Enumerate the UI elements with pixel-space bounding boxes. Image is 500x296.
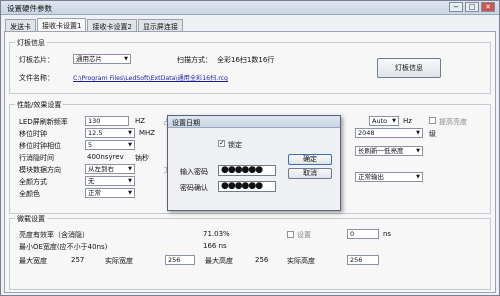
file-name-label: 文件名称： (19, 74, 54, 82)
min-oe-label: 最小OE宽度(应不小于40ns) (19, 243, 108, 251)
lamp-info-button[interactable]: 灯板信息 (377, 58, 441, 78)
full-mode-select[interactable]: 无 ▼ (85, 176, 135, 186)
blanking-time-label: 行消隐时间 (19, 154, 54, 162)
file-path-link[interactable]: C:\Program Files\LedSoft\ExtData\通用全彩16扫… (73, 73, 228, 82)
micro-settings-legend: 微载设置 (15, 214, 47, 224)
auto-select-value: Auto (372, 117, 388, 125)
blanking-time-value: 400nsyrev (87, 153, 124, 161)
window-title: 设置硬件参数 (7, 4, 52, 13)
module-direction-select[interactable]: 从左到右 ▼ (85, 164, 135, 174)
clock-phase-label: 移位时钟相位 (19, 142, 61, 150)
chevron-down-icon: ▼ (128, 142, 132, 148)
chevron-down-icon: ▼ (128, 166, 132, 172)
real-height-label: 实际高度 (287, 257, 315, 265)
efficiency-label: 亮度有效率（含消隐） (19, 231, 89, 239)
full-color-value: 正常 (88, 189, 101, 197)
full-mode-label: 全颜方式 (19, 178, 47, 186)
gray-level-select[interactable]: 2048 ▼ (355, 128, 423, 138)
shift-clock-select[interactable]: 12.5 ▼ (85, 128, 135, 138)
oe-set-unit: ns (383, 230, 392, 238)
chevron-down-icon: ▼ (416, 174, 420, 180)
minimize-button[interactable]: − (449, 2, 463, 12)
full-mode-value: 无 (88, 177, 95, 185)
refresh-rate-input[interactable]: 130 (85, 116, 129, 126)
gray-level-unit: 级 (429, 130, 436, 138)
auto-unit: Hz (403, 117, 412, 125)
shift-clock-label: 移位时钟 (19, 130, 47, 138)
shift-clock-value: 12.5 (88, 129, 103, 137)
chevron-down-icon: ▼ (128, 178, 132, 184)
high-brightness-checkbox[interactable] (429, 117, 436, 124)
refresh-rate-label: LED屏刷新频率 (19, 118, 68, 126)
real-width-label: 实际宽度 (105, 257, 133, 265)
real-width-input[interactable]: 256 (165, 255, 195, 265)
close-button[interactable]: ✕ (481, 2, 495, 12)
lock-label: 锁定 (228, 141, 242, 149)
refresh-mode-value: 长刷新一低亮度 (358, 147, 404, 155)
oe-set-input[interactable]: 0 (347, 229, 379, 239)
chevron-down-icon: ▼ (392, 118, 396, 124)
module-direction-label: 模块数据方向 (19, 166, 61, 174)
min-oe-value: 166 ns (203, 242, 227, 250)
scan-mode-value: 全彩16扫1数16行 (217, 56, 275, 64)
oe-set-checkbox[interactable] (287, 231, 294, 238)
full-color-label: 全颜色 (19, 190, 40, 198)
dialog-title-bar: 设置日期 (168, 116, 340, 128)
shift-clock-unit: MHZ (139, 129, 156, 137)
max-height-value: 256 (255, 256, 269, 264)
blanking-time-unit: 钠秒 (135, 154, 149, 162)
confirm-password-input[interactable]: ●●●●●● (218, 181, 276, 192)
title-bar: 设置硬件参数 − □ ✕ (1, 1, 499, 15)
chevron-down-icon: ▼ (416, 148, 420, 154)
chevron-down-icon: ▼ (128, 130, 132, 136)
output-mode-select[interactable]: 正常输出 ▼ (355, 172, 423, 182)
module-direction-value: 从左到右 (88, 165, 114, 173)
chevron-down-icon: ▼ (124, 56, 128, 62)
clock-phase-value: 5 (88, 141, 93, 149)
refresh-mode-select[interactable]: 长刷新一低亮度 ▼ (355, 146, 423, 156)
hardware-settings-window: 设置硬件参数 − □ ✕ 发送卡 接收卡设置1 接收卡设置2 显示屏连接 灯板信… (0, 0, 500, 296)
chip-select[interactable]: 通用芯片 ▼ (73, 54, 131, 64)
gray-level-value: 2048 (358, 129, 375, 137)
full-color-select[interactable]: 正常 ▼ (85, 188, 135, 198)
ok-button[interactable]: 确定 (288, 154, 332, 165)
lock-checkbox[interactable]: ✓ (218, 139, 225, 147)
high-brightness-label: 提高亮度 (439, 118, 467, 126)
micro-settings-group: 微载设置 (9, 214, 491, 290)
maximize-button[interactable]: □ (465, 2, 479, 12)
cancel-button[interactable]: 取消 (288, 168, 332, 179)
lamp-board-legend: 灯板信息 (15, 38, 47, 48)
set-password-dialog: 设置日期 ✓ 锁定 输入密码 ●●●●●● 密码确认 ●●●●●● 确定 取消 (167, 115, 341, 211)
checkmark-icon: ✓ (219, 139, 225, 147)
max-width-value: 257 (71, 256, 85, 264)
dialog-title: 设置日期 (172, 119, 200, 127)
chip-label: 灯板芯片： (19, 56, 54, 64)
chevron-down-icon: ▼ (128, 190, 132, 196)
confirm-password-label: 密码确认 (180, 184, 208, 192)
password-input[interactable]: ●●●●●● (218, 165, 276, 176)
scan-mode-label: 扫描方式： (177, 56, 212, 64)
max-height-label: 最大高度 (205, 257, 233, 265)
chevron-down-icon: ▼ (416, 130, 420, 136)
password-label: 输入密码 (180, 168, 208, 176)
oe-set-label: 设置 (297, 231, 311, 239)
max-width-label: 最大宽度 (19, 257, 47, 265)
efficiency-value: 71.03% (203, 230, 230, 238)
output-mode-value: 正常输出 (358, 173, 384, 181)
performance-legend: 性能/效果设置 (15, 100, 64, 110)
clock-phase-select[interactable]: 5 ▼ (85, 140, 135, 150)
chip-select-value: 通用芯片 (76, 55, 102, 63)
auto-select[interactable]: Auto ▼ (369, 116, 399, 126)
real-height-input[interactable]: 256 (347, 255, 379, 265)
refresh-rate-unit: HZ (135, 117, 146, 125)
